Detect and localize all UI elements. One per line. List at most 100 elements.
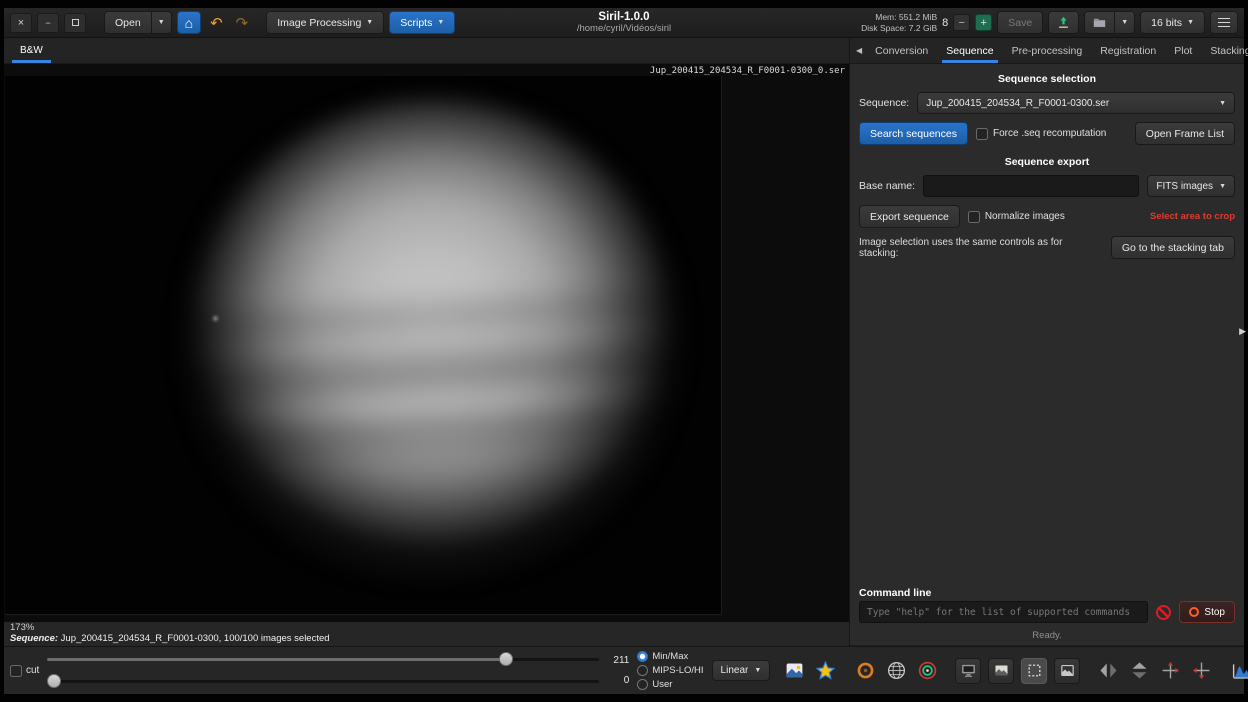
maximize-button[interactable] (64, 13, 86, 33)
tab-stacking[interactable]: Stacking (1201, 38, 1248, 63)
tabs-scroll-left-icon[interactable]: ◀ (852, 38, 866, 63)
stacking-note: Image selection uses the same controls a… (859, 237, 1103, 259)
go-to-stacking-button[interactable]: Go to the stacking tab (1111, 236, 1235, 259)
open-folder-button[interactable] (1084, 11, 1115, 34)
working-directory: /home/cyril/Vidéos/siril (577, 24, 671, 34)
radio-icon (637, 665, 648, 676)
cut-checkbox[interactable]: cut (10, 665, 39, 677)
viewer-tabstrip: B&W (4, 38, 849, 64)
export-arrow-icon (1056, 15, 1071, 30)
slider-knob[interactable] (47, 674, 61, 688)
select-area-hint: Select area to crop (1150, 211, 1235, 222)
open-button[interactable]: Open (104, 11, 152, 34)
tab-bw[interactable]: B&W (8, 38, 55, 63)
redo-button[interactable]: ↷ (232, 11, 253, 34)
threshold-values: 211 0 (607, 655, 629, 686)
low-threshold-slider[interactable] (47, 674, 599, 689)
stop-icon (1189, 607, 1199, 617)
background-extraction-button[interactable] (853, 659, 877, 683)
radio-user[interactable]: User (637, 678, 703, 691)
sequence-tab-content: Sequence selection Sequence: Jup_200415_… (850, 64, 1244, 646)
monitor-icon (960, 662, 977, 679)
sequence-selection-title: Sequence selection (850, 73, 1244, 85)
slider-track[interactable] (47, 680, 599, 683)
right-panel: ◀ Conversion Sequence Pre-processing Reg… (850, 38, 1244, 646)
radio-mips[interactable]: MIPS-LO/HI (637, 664, 703, 677)
dynamic-psf-button[interactable] (915, 659, 939, 683)
menu-button[interactable] (1210, 11, 1238, 34)
open-recent-dropdown[interactable]: ▼ (152, 11, 172, 34)
sequence-export-title: Sequence export (850, 156, 1244, 168)
radio-minmax[interactable]: Min/Max (637, 650, 703, 663)
radio-icon (637, 651, 648, 662)
tab-conversion[interactable]: Conversion (866, 38, 937, 63)
force-seq-recomputation-checkbox[interactable]: Force .seq recomputation (976, 128, 1106, 140)
memory-usage: Mem: 551.2 MiB (861, 12, 937, 23)
stop-button[interactable]: Stop (1179, 601, 1235, 623)
base-name-input[interactable] (923, 175, 1139, 197)
image-frame[interactable] (5, 76, 722, 615)
mirror-x-button[interactable] (1096, 659, 1120, 683)
open-frame-list-button[interactable]: Open Frame List (1135, 122, 1235, 145)
tab-plot[interactable]: Plot (1165, 38, 1201, 63)
search-sequences-button[interactable]: Search sequences (859, 122, 968, 145)
close-button[interactable]: × (10, 13, 32, 33)
chevron-down-icon: ▼ (1219, 183, 1226, 190)
normalize-images-checkbox[interactable]: Normalize images (968, 211, 1065, 223)
photo-negative-icon (784, 660, 805, 681)
threads-decrease-button[interactable]: − (953, 14, 970, 31)
minimize-button[interactable]: − (37, 13, 59, 33)
sequence-combobox[interactable]: Jup_200415_204534_R_F0001-0300.ser ▼ (917, 92, 1235, 114)
flip-horizontal-button[interactable] (1158, 659, 1182, 683)
cut-mode-radios: Min/Max MIPS-LO/HI User (637, 650, 703, 691)
open-split-button: Open ▼ (104, 11, 172, 34)
app-title: Siril-1.0.0 (598, 11, 649, 24)
chevron-down-icon: ▼ (1219, 100, 1226, 107)
selection-mode-button[interactable] (1021, 658, 1047, 684)
panel-collapse-handle[interactable]: ▶ (1239, 326, 1246, 337)
export-format-dropdown[interactable]: FITS images ▼ (1147, 175, 1235, 197)
save-as-button[interactable] (1048, 11, 1079, 34)
bit-depth-dropdown[interactable]: 16 bits▼ (1140, 11, 1205, 34)
display-mode-dropdown[interactable]: Linear ▼ (712, 660, 771, 681)
image-processing-button[interactable]: Image Processing▼ (266, 11, 384, 34)
slider-knob[interactable] (499, 652, 513, 666)
save-button[interactable]: Save (997, 11, 1043, 34)
display-controls-bar: cut 211 0 Min/Max MIPS-LO/HI User Linear (4, 646, 1244, 694)
export-sequence-button[interactable]: Export sequence (859, 205, 960, 228)
mirror-y-button[interactable] (1127, 659, 1151, 683)
tab-sequence[interactable]: Sequence (937, 38, 1002, 63)
folder-icon (1092, 15, 1107, 30)
negative-view-button[interactable] (782, 659, 806, 683)
star-icon (815, 660, 836, 681)
main-area: B&W Jup_200415_204534_R_F0001-0300_0.ser… (4, 38, 1244, 646)
disk-space: Disk Space: 7.2 GiB (861, 23, 937, 34)
undo-button[interactable]: ↶ (206, 11, 227, 34)
histogram-button[interactable] (1229, 659, 1248, 683)
tab-pre-processing[interactable]: Pre-processing (1003, 38, 1092, 63)
tab-registration[interactable]: Registration (1091, 38, 1165, 63)
mirror-y-icon (1129, 660, 1150, 681)
siril-window: × − Open ▼ ⌂ ↶ ↷ Image Processing▼ Scrip… (0, 0, 1248, 702)
home-button[interactable]: ⌂ (177, 11, 201, 34)
chevron-down-icon: ▼ (158, 19, 165, 26)
plus-icon: + (981, 17, 987, 29)
flip-vertical-button[interactable] (1189, 659, 1213, 683)
celestial-grid-button[interactable] (884, 659, 908, 683)
image-canvas[interactable]: Jup_200415_204534_R_F0001-0300_0.ser (4, 64, 849, 622)
scripts-button[interactable]: Scripts▼ (389, 11, 455, 34)
chevron-down-icon: ▼ (366, 19, 373, 26)
globe-grid-icon (886, 660, 907, 681)
threads-increase-button[interactable]: + (975, 14, 992, 31)
fit-to-screen-button[interactable] (955, 658, 981, 684)
folder-dropdown[interactable]: ▼ (1115, 11, 1135, 34)
zoom-one-to-one-button[interactable] (988, 658, 1014, 684)
command-line-title: Command line (850, 584, 1244, 600)
command-input[interactable] (859, 601, 1148, 623)
snapshot-button[interactable] (1054, 658, 1080, 684)
high-threshold-slider[interactable] (47, 652, 599, 667)
sequence-status-label: Sequence: (10, 633, 58, 644)
threads-value: 8 (942, 17, 948, 29)
photometry-button[interactable] (813, 659, 837, 683)
axis-horizontal-icon (1160, 660, 1181, 681)
